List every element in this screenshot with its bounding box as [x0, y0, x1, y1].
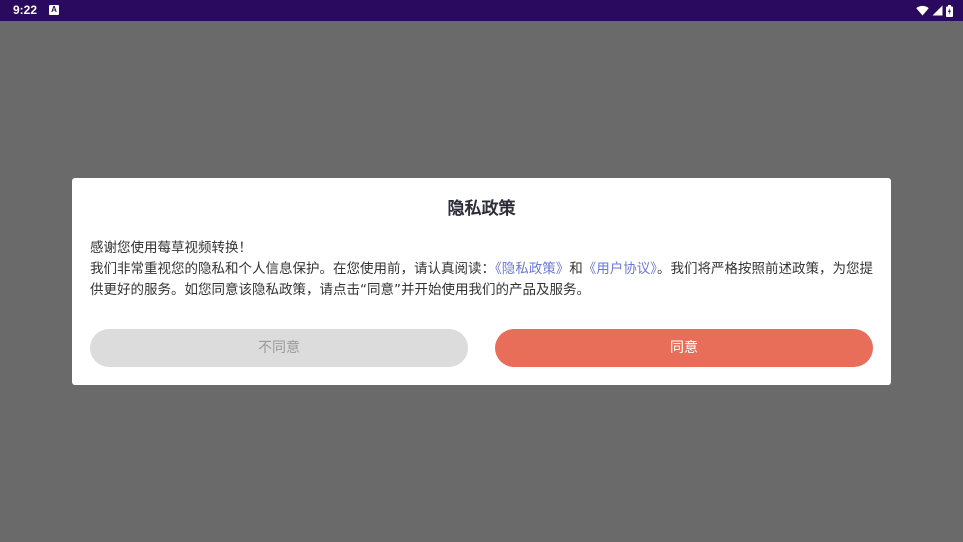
notification-icon: A	[49, 5, 59, 15]
conjunction-text: 和	[569, 261, 583, 277]
battery-icon	[946, 4, 953, 17]
signal-icon	[932, 5, 943, 16]
welcome-text: 感谢您使用莓草视频转换！	[90, 240, 252, 256]
disagree-button[interactable]: 不同意	[90, 329, 468, 367]
user-agreement-link[interactable]: 《用户协议》	[583, 261, 657, 277]
dialog-title: 隐私政策	[447, 199, 516, 219]
status-icons	[916, 3, 953, 18]
privacy-dialog: 隐私政策 感谢您使用莓草视频转换！ 我们非常重视您的隐私和个人信息保护。在您使用…	[72, 178, 891, 385]
dialog-body: 感谢您使用莓草视频转换！ 我们非常重视您的隐私和个人信息保护。在您使用前，请认真…	[90, 238, 874, 301]
status-time: 9:22	[13, 3, 38, 17]
agree-button[interactable]: 同意	[495, 329, 873, 367]
policy-text-prefix: 我们非常重视您的隐私和个人信息保护。在您使用前，请认真阅读：	[90, 261, 495, 277]
status-bar: 9:22 A	[0, 0, 963, 21]
privacy-policy-link[interactable]: 《隐私政策》	[495, 261, 569, 277]
wifi-icon	[916, 5, 929, 16]
policy-paragraph: 我们非常重视您的隐私和个人信息保护。在您使用前，请认真阅读：《隐私政策》和《用户…	[90, 259, 874, 301]
screen: 9:22 A 隐私政策 感谢您使用莓草视频转换！ 我们非常重视您的隐私和个人信息…	[0, 0, 963, 542]
